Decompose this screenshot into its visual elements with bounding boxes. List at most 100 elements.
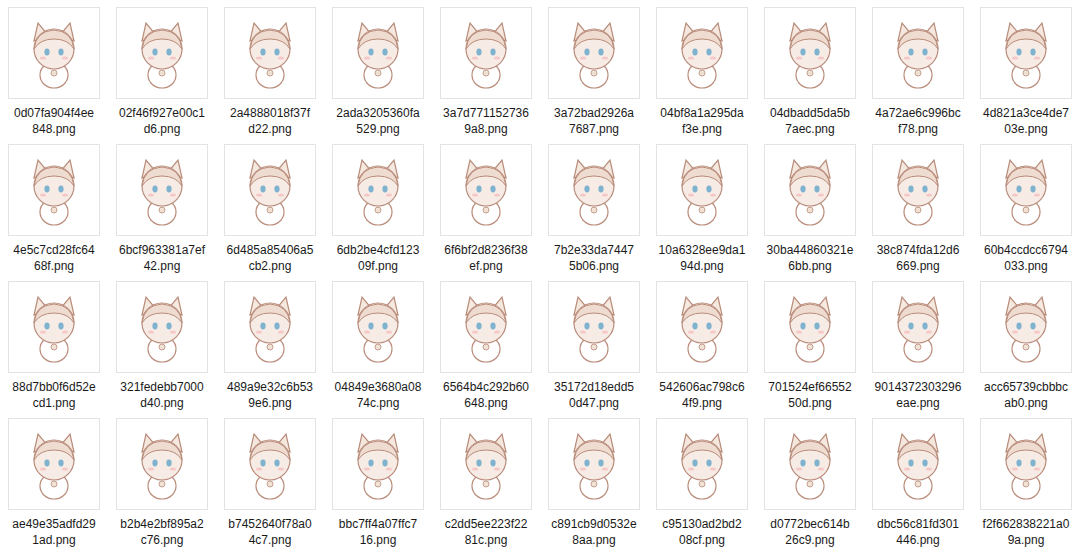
thumbnail[interactable] — [116, 144, 208, 236]
file-name[interactable]: 4d821a3ce4de703e.png — [983, 105, 1069, 137]
file-item[interactable]: 6bcf963381a7ef42.png — [108, 137, 216, 274]
file-name[interactable]: 35172d18edd50d47.png — [554, 379, 634, 411]
file-item[interactable]: 6db2be4cfd12309f.png — [324, 137, 432, 274]
file-item[interactable]: 4d821a3ce4de703e.png — [972, 0, 1080, 137]
thumbnail[interactable] — [656, 7, 748, 99]
file-name[interactable]: 701524ef6655250d.png — [768, 379, 851, 411]
thumbnail[interactable] — [332, 418, 424, 510]
thumbnail[interactable] — [224, 281, 316, 373]
file-item[interactable]: b7452640f78a04c7.png — [216, 411, 324, 548]
file-name[interactable]: ae49e35adfd291ad.png — [12, 516, 95, 548]
file-item[interactable]: 6f6bf2d8236f38ef.png — [432, 137, 540, 274]
file-name[interactable]: 38c874fda12d6669.png — [877, 242, 960, 274]
thumbnail[interactable] — [872, 418, 964, 510]
file-item[interactable]: 38c874fda12d6669.png — [864, 137, 972, 274]
thumbnail[interactable] — [8, 144, 100, 236]
thumbnail[interactable] — [224, 7, 316, 99]
file-name[interactable]: 30ba44860321e6bb.png — [767, 242, 854, 274]
file-name[interactable]: 2a4888018f37fd22.png — [230, 105, 310, 137]
file-item[interactable]: 7b2e33da74475b06.png — [540, 137, 648, 274]
file-name[interactable]: 6db2be4cfd12309f.png — [337, 242, 420, 274]
file-name[interactable]: d0772bec614b26c9.png — [770, 516, 849, 548]
thumbnail[interactable] — [764, 418, 856, 510]
file-item[interactable]: 10a6328ee9da194d.png — [648, 137, 756, 274]
file-name[interactable]: 04849e3680a0874c.png — [335, 379, 422, 411]
file-item[interactable]: b2b4e2bf895a2c76.png — [108, 411, 216, 548]
file-name[interactable]: bbc7ff4a07ffc716.png — [339, 516, 417, 548]
thumbnail[interactable] — [980, 7, 1072, 99]
file-item[interactable]: 6564b4c292b60648.png — [432, 274, 540, 411]
file-name[interactable]: 4e5c7cd28fc6468f.png — [13, 242, 94, 274]
file-name[interactable]: 4a72ae6c996bcf78.png — [875, 105, 960, 137]
thumbnail[interactable] — [224, 418, 316, 510]
file-item[interactable]: 30ba44860321e6bb.png — [756, 137, 864, 274]
thumbnail[interactable] — [980, 144, 1072, 236]
file-name[interactable]: c2dd5ee223f2281c.png — [445, 516, 528, 548]
file-item[interactable]: 701524ef6655250d.png — [756, 274, 864, 411]
thumbnail[interactable] — [764, 281, 856, 373]
file-name[interactable]: c95130ad2bd208cf.png — [662, 516, 741, 548]
thumbnail[interactable] — [872, 7, 964, 99]
file-item[interactable]: 2a4888018f37fd22.png — [216, 0, 324, 137]
file-item[interactable]: 542606ac798c64f9.png — [648, 274, 756, 411]
thumbnail[interactable] — [116, 7, 208, 99]
file-name[interactable]: 489a9e32c6b539e6.png — [227, 379, 313, 411]
file-name[interactable]: 6f6bf2d8236f38ef.png — [444, 242, 527, 274]
file-name[interactable]: c891cb9d0532e8aa.png — [551, 516, 636, 548]
file-item[interactable]: 4a72ae6c996bcf78.png — [864, 0, 972, 137]
file-item[interactable]: 04bf8a1a295daf3e.png — [648, 0, 756, 137]
file-item[interactable]: 88d7bb0f6d52ecd1.png — [0, 274, 108, 411]
thumbnail[interactable] — [116, 418, 208, 510]
file-item[interactable]: d0772bec614b26c9.png — [756, 411, 864, 548]
thumbnail[interactable] — [8, 418, 100, 510]
file-name[interactable]: 6bcf963381a7ef42.png — [119, 242, 205, 274]
thumbnail[interactable] — [548, 418, 640, 510]
file-name[interactable]: f2f662838221a09a.png — [983, 516, 1070, 548]
file-name[interactable]: 0d07fa904f4ee848.png — [14, 105, 94, 137]
file-item[interactable]: 0d07fa904f4ee848.png — [0, 0, 108, 137]
thumbnail[interactable] — [332, 281, 424, 373]
file-item[interactable]: 35172d18edd50d47.png — [540, 274, 648, 411]
file-item[interactable]: 6d485a85406a5cb2.png — [216, 137, 324, 274]
file-item[interactable]: acc65739cbbbcab0.png — [972, 274, 1080, 411]
thumbnail[interactable] — [872, 144, 964, 236]
file-name[interactable]: 542606ac798c64f9.png — [659, 379, 744, 411]
file-item[interactable]: 02f46f927e00c1d6.png — [108, 0, 216, 137]
file-item[interactable]: c2dd5ee223f2281c.png — [432, 411, 540, 548]
file-name[interactable]: 10a6328ee9da194d.png — [659, 242, 746, 274]
thumbnail[interactable] — [440, 281, 532, 373]
file-item[interactable]: 60b4ccdcc6794033.png — [972, 137, 1080, 274]
file-name[interactable]: b2b4e2bf895a2c76.png — [120, 516, 203, 548]
file-name[interactable]: 04bf8a1a295daf3e.png — [660, 105, 743, 137]
file-name[interactable]: 6564b4c292b60648.png — [443, 379, 529, 411]
file-item[interactable]: 4e5c7cd28fc6468f.png — [0, 137, 108, 274]
file-name[interactable]: 60b4ccdcc6794033.png — [984, 242, 1068, 274]
file-name[interactable]: 6d485a85406a5cb2.png — [227, 242, 314, 274]
thumbnail[interactable] — [440, 7, 532, 99]
file-item[interactable]: 9014372303296eae.png — [864, 274, 972, 411]
file-name[interactable]: dbc56c81fd301446.png — [877, 516, 959, 548]
thumbnail[interactable] — [548, 7, 640, 99]
file-item[interactable]: 04849e3680a0874c.png — [324, 274, 432, 411]
thumbnail[interactable] — [440, 144, 532, 236]
file-name[interactable]: 3a7d7711527369a8.png — [443, 105, 529, 137]
file-item[interactable]: 3a72bad2926a7687.png — [540, 0, 648, 137]
file-name[interactable]: 3a72bad2926a7687.png — [554, 105, 634, 137]
thumbnail[interactable] — [980, 418, 1072, 510]
thumbnail[interactable] — [8, 7, 100, 99]
thumbnail[interactable] — [872, 281, 964, 373]
thumbnail[interactable] — [548, 144, 640, 236]
file-name[interactable]: 321fedebb7000d40.png — [120, 379, 203, 411]
thumbnail[interactable] — [764, 144, 856, 236]
file-item[interactable]: f2f662838221a09a.png — [972, 411, 1080, 548]
file-item[interactable]: c95130ad2bd208cf.png — [648, 411, 756, 548]
thumbnail[interactable] — [440, 418, 532, 510]
file-item[interactable]: 489a9e32c6b539e6.png — [216, 274, 324, 411]
thumbnail[interactable] — [656, 281, 748, 373]
thumbnail[interactable] — [332, 7, 424, 99]
file-item[interactable]: ae49e35adfd291ad.png — [0, 411, 108, 548]
thumbnail[interactable] — [980, 281, 1072, 373]
file-item[interactable]: dbc56c81fd301446.png — [864, 411, 972, 548]
file-name[interactable]: acc65739cbbbcab0.png — [984, 379, 1068, 411]
thumbnail[interactable] — [116, 281, 208, 373]
